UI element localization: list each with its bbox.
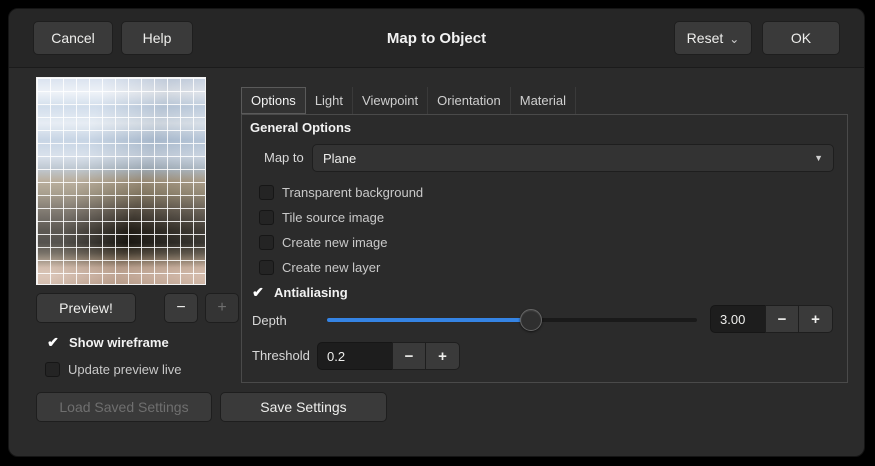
checkbox-unchecked-icon xyxy=(259,235,274,250)
cancel-button[interactable]: Cancel xyxy=(33,21,113,55)
transparent-background-label: Transparent background xyxy=(282,185,423,200)
plus-icon: + xyxy=(438,348,447,365)
minus-icon: − xyxy=(778,311,787,328)
create-new-image-checkbox[interactable]: Create new image xyxy=(259,232,388,252)
checkbox-unchecked-icon xyxy=(259,210,274,225)
depth-value-field[interactable]: 3.00 xyxy=(710,305,766,333)
load-saved-settings-button[interactable]: Load Saved Settings xyxy=(36,392,212,422)
map-to-label: Map to xyxy=(264,150,304,165)
help-button[interactable]: Help xyxy=(121,21,193,55)
slider-handle[interactable] xyxy=(520,309,542,331)
depth-increment-button[interactable]: + xyxy=(798,305,833,333)
tab-bar: Options Light Viewpoint Orientation Mate… xyxy=(241,87,848,115)
map-to-dropdown[interactable]: Plane ▼ xyxy=(312,144,834,172)
slider-fill xyxy=(327,318,531,322)
threshold-value-field[interactable]: 0.2 xyxy=(317,342,393,370)
chevron-down-icon: ⌄ xyxy=(729,32,739,46)
show-wireframe-checkbox[interactable]: ✔ Show wireframe xyxy=(45,333,169,351)
depth-decrement-button[interactable]: − xyxy=(765,305,799,333)
reset-button-label: Reset xyxy=(687,30,724,46)
zoom-out-button[interactable]: − xyxy=(164,293,198,323)
save-settings-button[interactable]: Save Settings xyxy=(220,392,387,422)
transparent-background-checkbox[interactable]: Transparent background xyxy=(259,182,423,202)
plus-icon: + xyxy=(217,299,226,317)
tile-source-image-checkbox[interactable]: Tile source image xyxy=(259,207,384,227)
create-new-layer-checkbox[interactable]: Create new layer xyxy=(259,257,380,277)
checkbox-unchecked-icon xyxy=(259,185,274,200)
dropdown-arrow-icon: ▼ xyxy=(814,153,833,163)
reset-button[interactable]: Reset ⌄ xyxy=(674,21,752,55)
options-panel: General Options Map to Plane ▼ Transpare… xyxy=(241,114,848,383)
check-icon: ✔ xyxy=(45,334,61,350)
map-to-object-dialog: Map to Object Cancel Help Reset ⌄ OK Pre… xyxy=(8,8,865,457)
tab-light[interactable]: Light xyxy=(306,87,353,114)
threshold-increment-button[interactable]: + xyxy=(425,342,460,370)
show-wireframe-label: Show wireframe xyxy=(69,335,169,350)
update-preview-live-label: Update preview live xyxy=(68,362,181,377)
create-new-image-label: Create new image xyxy=(282,235,388,250)
check-icon: ✔ xyxy=(250,284,266,300)
titlebar: Map to Object Cancel Help Reset ⌄ OK xyxy=(9,9,864,68)
minus-icon: − xyxy=(405,348,414,365)
threshold-decrement-button[interactable]: − xyxy=(392,342,426,370)
depth-slider[interactable] xyxy=(327,308,697,332)
preview-button[interactable]: Preview! xyxy=(36,293,136,323)
tab-options[interactable]: Options xyxy=(241,87,306,114)
antialiasing-label: Antialiasing xyxy=(274,285,348,300)
threshold-label: Threshold xyxy=(252,348,310,363)
tab-material[interactable]: Material xyxy=(511,87,576,114)
settings-notebook: Options Light Viewpoint Orientation Mate… xyxy=(241,87,848,383)
preview-image xyxy=(36,77,206,285)
tab-viewpoint[interactable]: Viewpoint xyxy=(353,87,428,114)
depth-label: Depth xyxy=(252,313,287,328)
create-new-layer-label: Create new layer xyxy=(282,260,380,275)
section-title: General Options xyxy=(250,120,351,135)
tile-source-image-label: Tile source image xyxy=(282,210,384,225)
antialiasing-checkbox[interactable]: ✔ Antialiasing xyxy=(250,282,348,302)
plus-icon: + xyxy=(811,311,820,328)
ok-button[interactable]: OK xyxy=(762,21,840,55)
tab-orientation[interactable]: Orientation xyxy=(428,87,511,114)
minus-icon: − xyxy=(176,299,185,317)
update-preview-live-checkbox[interactable]: Update preview live xyxy=(45,360,181,378)
checkbox-unchecked-icon xyxy=(45,362,60,377)
map-to-value: Plane xyxy=(313,151,814,166)
zoom-in-button[interactable]: + xyxy=(205,293,239,323)
checkbox-unchecked-icon xyxy=(259,260,274,275)
